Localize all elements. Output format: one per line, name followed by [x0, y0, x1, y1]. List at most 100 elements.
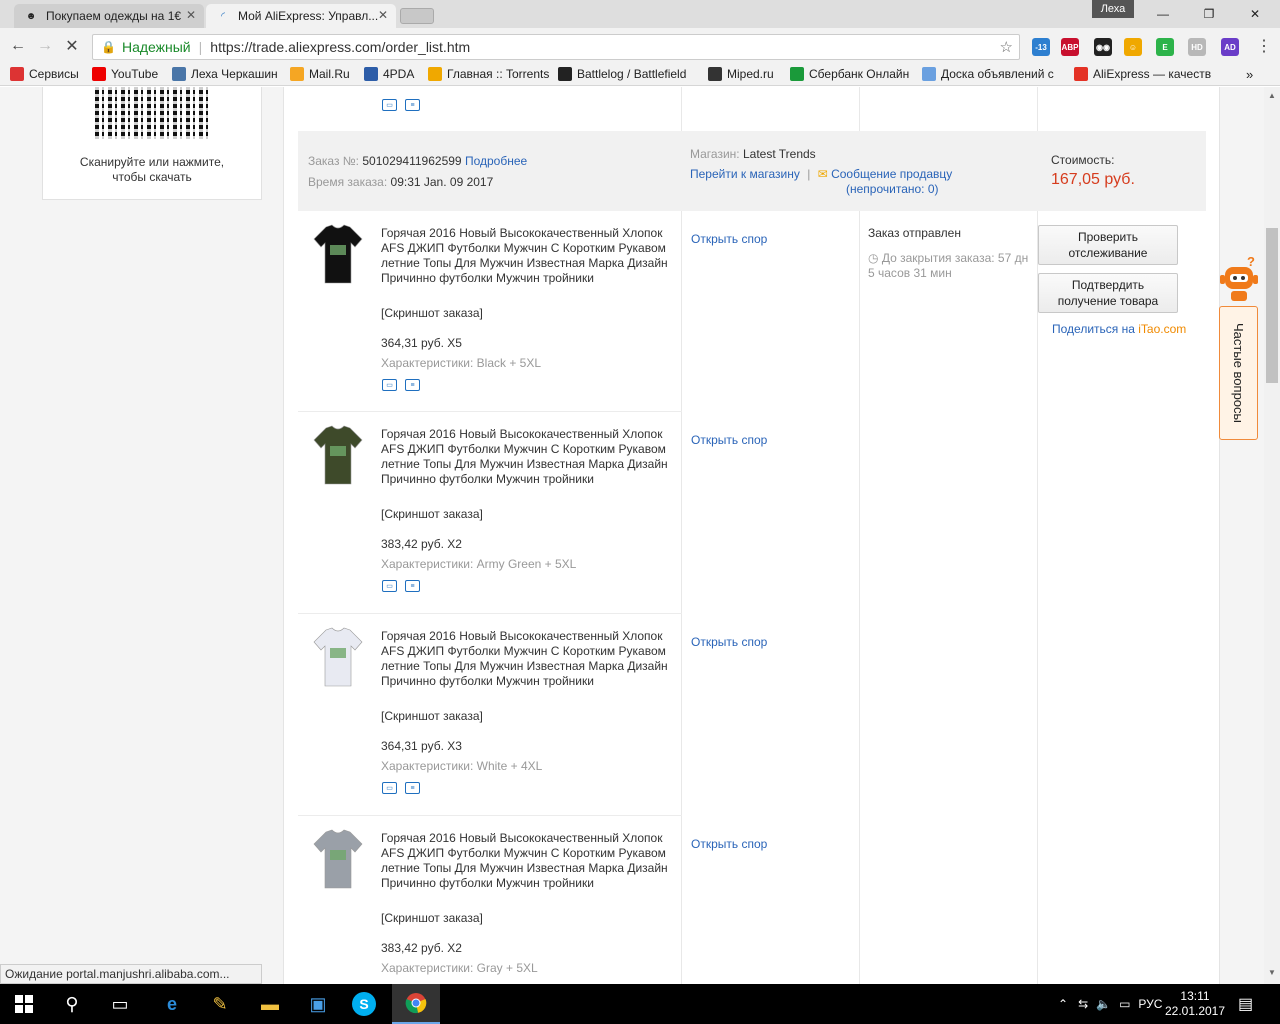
- windows-start-icon[interactable]: [8, 988, 40, 1020]
- app-icon[interactable]: ▣: [302, 988, 334, 1020]
- tshirt-image[interactable]: [312, 828, 364, 892]
- scrollbar[interactable]: ▲: [1264, 87, 1280, 984]
- edge-icon[interactable]: e: [156, 988, 188, 1020]
- truck-icon[interactable]: ▭: [382, 379, 397, 391]
- stop-icon[interactable]: ✕: [62, 36, 82, 56]
- bookmark-battlelog[interactable]: Battlelog / Battlefield: [558, 67, 686, 81]
- action-center-icon[interactable]: ▤: [1238, 984, 1253, 1024]
- clock[interactable]: 13:11 22.01.2017: [1164, 984, 1226, 1024]
- task-view-icon[interactable]: ▭: [104, 988, 136, 1020]
- order-number-row: Заказ №: 501029411962599 Подробнее: [308, 154, 527, 168]
- tshirt-image[interactable]: [312, 223, 364, 287]
- close-tab-icon[interactable]: ✕: [378, 8, 388, 22]
- scrollbar-thumb[interactable]: [1266, 228, 1278, 383]
- profile-button[interactable]: Леха: [1092, 0, 1134, 18]
- evernote-icon[interactable]: E: [1156, 38, 1174, 56]
- torrents-icon: [428, 67, 442, 81]
- bookmark-star-icon[interactable]: ☆: [1000, 38, 1013, 56]
- clock-icon: ◷: [868, 251, 879, 265]
- card-icon[interactable]: ≡: [405, 379, 420, 391]
- address-bar[interactable]: 🔒 Надежный | https://trade.aliexpress.co…: [92, 34, 1020, 60]
- language-indicator[interactable]: РУС: [1138, 997, 1162, 1011]
- itao-link[interactable]: iTao.com: [1138, 322, 1186, 336]
- open-dispute-link[interactable]: Открыть спор: [691, 837, 767, 851]
- search-icon[interactable]: ⚲: [56, 988, 88, 1020]
- bookmark-label: Miped.ru: [727, 67, 774, 81]
- truck-icon[interactable]: ▭: [382, 782, 397, 794]
- item-title[interactable]: Горячая 2016 Новый Высококачественный Хл…: [381, 226, 673, 286]
- paint-icon[interactable]: ✎: [204, 988, 236, 1020]
- snapshot-link[interactable]: [Скриншот заказа]: [381, 306, 483, 320]
- tampermonkey-icon[interactable]: ◉◉: [1094, 38, 1112, 56]
- bookmark-avito[interactable]: Доска объявлений с: [922, 67, 1054, 81]
- adblock-icon[interactable]: ABP: [1061, 38, 1079, 56]
- tshirt-image[interactable]: [312, 424, 364, 488]
- item-title[interactable]: Горячая 2016 Новый Высококачественный Хл…: [381, 427, 673, 487]
- robot-icon[interactable]: ?: [1219, 254, 1259, 303]
- close-window-button[interactable]: ✕: [1232, 0, 1278, 28]
- bookmark-sberbank[interactable]: Сбербанк Онлайн: [790, 67, 909, 81]
- share-link[interactable]: Поделиться на: [1052, 322, 1138, 336]
- open-dispute-link[interactable]: Открыть спор: [691, 433, 767, 447]
- aliexpress-icon: [1074, 67, 1088, 81]
- close-tab-icon[interactable]: ✕: [186, 8, 196, 22]
- item-title[interactable]: Горячая 2016 Новый Высококачественный Хл…: [381, 831, 673, 891]
- tab-aliexpress[interactable]: ◜ Мой AliExpress: Управл... ✕: [206, 4, 396, 28]
- chevron-up-icon[interactable]: ⌃: [1058, 997, 1068, 1011]
- snapshot-link[interactable]: [Скриншот заказа]: [381, 507, 483, 521]
- bookmark-miped[interactable]: Miped.ru: [708, 67, 774, 81]
- snapshot-link[interactable]: [Скриншот заказа]: [381, 709, 483, 723]
- explorer-icon[interactable]: ▬: [254, 988, 286, 1020]
- volume-icon[interactable]: 🔈: [1096, 997, 1111, 1011]
- smile-icon[interactable]: ☺: [1124, 38, 1142, 56]
- order-time: 09:31 Jan. 09 2017: [390, 175, 494, 189]
- weather-icon[interactable]: -13: [1032, 38, 1050, 56]
- order-details-link[interactable]: Подробнее: [465, 154, 527, 168]
- back-icon[interactable]: ←: [8, 36, 28, 56]
- item-title[interactable]: Горячая 2016 Новый Высококачественный Хл…: [381, 629, 673, 689]
- bookmark-torrents[interactable]: Главная :: Torrents: [428, 67, 549, 81]
- restore-button[interactable]: ❐: [1186, 0, 1232, 28]
- open-dispute-link[interactable]: Открыть спор: [691, 232, 767, 246]
- message-seller-link[interactable]: Сообщение продавцу: [831, 167, 952, 181]
- card-icon[interactable]: ≡: [405, 99, 420, 111]
- more-bookmarks-icon[interactable]: »: [1246, 67, 1253, 82]
- bookmark-apps[interactable]: Сервисы: [10, 67, 79, 81]
- tab-clothes[interactable]: ☻ Покупаем одежды на 1€ ✕: [14, 4, 204, 28]
- scroll-up-icon[interactable]: ▲: [1264, 91, 1280, 100]
- chrome-icon[interactable]: [392, 984, 440, 1024]
- unread-count[interactable]: (непрочитано: 0): [846, 182, 939, 196]
- bookmark-mailru[interactable]: Mail.Ru: [290, 67, 350, 81]
- card-icon[interactable]: ≡: [405, 580, 420, 592]
- track-button[interactable]: Проверить отслеживание: [1038, 225, 1178, 265]
- tray-icons[interactable]: ⌃ ⇆ 🔈 ▭ РУС: [1058, 984, 1172, 1024]
- goto-store-link[interactable]: Перейти к магазину: [690, 167, 800, 181]
- menu-icon[interactable]: ⋮: [1254, 36, 1274, 56]
- scroll-down-icon[interactable]: ▼: [1264, 968, 1280, 977]
- skype-icon[interactable]: S: [352, 992, 376, 1016]
- truck-icon[interactable]: ▭: [382, 99, 397, 111]
- vk-icon: [172, 67, 186, 81]
- forward-icon[interactable]: →: [35, 36, 55, 56]
- app-qr-panel[interactable]: Сканируйте или нажмите, чтобы скачать: [42, 87, 262, 200]
- bookmark-vk[interactable]: Леха Черкашин: [172, 67, 278, 81]
- bookmark-4pda[interactable]: 4PDA: [364, 67, 414, 81]
- hd-icon[interactable]: HD: [1188, 38, 1206, 56]
- bookmark-label: Сбербанк Онлайн: [809, 67, 910, 81]
- card-icon[interactable]: ≡: [405, 782, 420, 794]
- open-dispute-link[interactable]: Открыть спор: [691, 635, 767, 649]
- ae-icon[interactable]: AD: [1221, 38, 1239, 56]
- tshirt-image[interactable]: [312, 626, 364, 690]
- network-icon[interactable]: ⇆: [1078, 997, 1088, 1011]
- bookmark-aliexpress[interactable]: AliExpress — качеств: [1074, 67, 1211, 81]
- confirm-receipt-button[interactable]: Подтвердить получение товара: [1038, 273, 1178, 313]
- faq-button[interactable]: Частые вопросы: [1219, 306, 1258, 440]
- closing-timer: ◷ До закрытия заказа: 57 дн 5 часов 31 м…: [868, 251, 1036, 281]
- bookmark-youtube[interactable]: YouTube: [92, 67, 158, 81]
- minimize-button[interactable]: —: [1140, 0, 1186, 28]
- notifications-icon[interactable]: ▭: [1119, 997, 1130, 1011]
- truck-icon[interactable]: ▭: [382, 580, 397, 592]
- new-tab-button[interactable]: [400, 8, 434, 24]
- bookmark-label: Доска объявлений с: [941, 67, 1054, 81]
- snapshot-link[interactable]: [Скриншот заказа]: [381, 911, 483, 925]
